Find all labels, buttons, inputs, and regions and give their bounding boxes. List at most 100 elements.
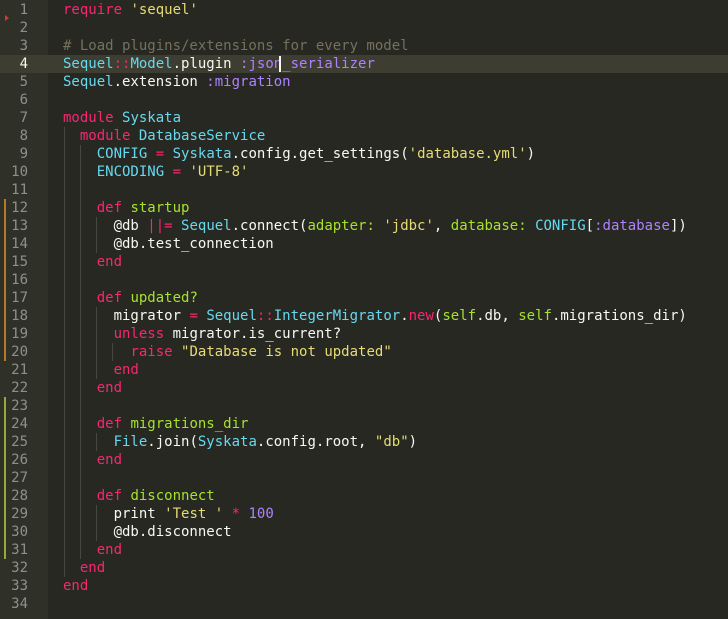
code-line[interactable]: def disconnect <box>63 487 215 505</box>
code-token: Syskata <box>122 110 182 126</box>
line-number: 26 <box>11 452 28 468</box>
line-number: 34 <box>11 596 28 612</box>
code-line[interactable]: require 'sequel' <box>63 1 198 19</box>
code-token: migrations_dir <box>130 416 249 432</box>
line-number: 5 <box>19 74 28 90</box>
code-line[interactable]: end <box>63 559 105 577</box>
code-token: startup <box>130 200 190 216</box>
line-number: 32 <box>11 560 28 576</box>
code-token: end <box>113 362 139 378</box>
code-token: 'database.yml' <box>408 146 527 162</box>
code-line[interactable]: ENCODING = 'UTF-8' <box>63 163 249 181</box>
code-token: .migrations_dir) <box>551 308 687 324</box>
line-number: 1 <box>19 2 28 18</box>
code-token: ) <box>408 434 418 450</box>
code-line[interactable]: end <box>63 451 122 469</box>
code-line[interactable]: end <box>63 361 139 379</box>
line-number: 4 <box>19 56 28 72</box>
code-token: .config.root, <box>256 434 375 450</box>
code-token: :database <box>594 218 670 234</box>
code-token: CONFIG <box>535 218 586 234</box>
code-line[interactable]: def startup <box>63 199 190 217</box>
code-token: :: <box>256 308 274 324</box>
code-line[interactable]: def migrations_dir <box>63 415 249 433</box>
code-token: migrator <box>63 308 190 324</box>
code-line[interactable]: unless migrator.is_current? <box>63 325 342 343</box>
line-number: 14 <box>11 236 28 252</box>
line-number: 21 <box>11 362 28 378</box>
code-token: adapter: <box>307 218 375 234</box>
code-token: def <box>96 416 123 432</box>
code-line[interactable]: CONFIG = Syskata.config.get_settings('da… <box>63 145 535 163</box>
code-token: 100 <box>248 506 274 522</box>
code-token: Sequel <box>63 74 114 90</box>
code-token: Model <box>130 56 173 72</box>
code-line[interactable]: end <box>63 577 88 595</box>
code-token: IntegerMigrator <box>273 308 401 324</box>
code-token: Sequel <box>181 218 232 234</box>
code-line[interactable]: end <box>63 541 122 559</box>
line-number: 33 <box>11 578 28 594</box>
code-line[interactable]: module DatabaseService <box>63 127 265 145</box>
code-token: def <box>96 290 123 306</box>
code-area[interactable]: require 'sequel' # Load plugins/extension… <box>48 0 728 619</box>
code-token: end <box>96 254 123 270</box>
line-number-gutter[interactable]: 1 2 3 4 5 6 7 8 9 10 11 12 13 14 15 16 17 18 19 20 21 22 23 24 2… <box>0 0 48 619</box>
code-token: = <box>189 308 198 324</box>
code-line[interactable]: end <box>63 379 122 397</box>
line-number: 9 <box>19 146 28 162</box>
line-number: 3 <box>19 38 28 54</box>
line-number: 31 <box>11 542 28 558</box>
line-number: 27 <box>11 470 28 486</box>
code-token: # Load plugins/extensions for every mode… <box>63 38 409 54</box>
code-line[interactable]: raise "Database is not updated" <box>63 343 392 361</box>
code-token: Sequel <box>206 308 257 324</box>
code-token: @db.disconnect <box>63 524 232 540</box>
line-number: 19 <box>11 326 28 342</box>
code-line[interactable]: # Load plugins/extensions for every mode… <box>63 37 409 55</box>
code-line[interactable]: module Syskata <box>63 109 181 127</box>
line-number: 6 <box>19 92 28 108</box>
code-line[interactable]: Sequel.extension :migration <box>63 73 291 91</box>
code-token: ]) <box>669 218 687 234</box>
code-token: 'sequel' <box>130 2 198 18</box>
line-number: 23 <box>11 398 28 414</box>
code-line[interactable]: @db.test_connection <box>63 235 274 253</box>
code-line[interactable]: Sequel::Model.plugin :json_serializer <box>63 55 375 73</box>
code-token: 'Test ' <box>164 506 224 522</box>
code-line[interactable]: end <box>63 253 122 271</box>
line-number: 7 <box>19 110 28 126</box>
code-line[interactable]: File.join(Syskata.config.root, "db") <box>63 433 417 451</box>
code-line[interactable]: def updated? <box>63 289 198 307</box>
code-line[interactable]: @db ||= Sequel.connect(adapter: 'jdbc', … <box>63 217 687 235</box>
code-token: updated? <box>130 290 198 306</box>
code-token: Syskata <box>197 434 257 450</box>
code-token: .extension <box>113 74 207 90</box>
code-token: end <box>96 542 123 558</box>
code-token: * <box>231 506 241 522</box>
code-token: "Database is not updated" <box>181 344 392 360</box>
code-token: @db.test_connection <box>63 236 274 252</box>
code-token: migrator.is_current? <box>164 326 342 342</box>
code-token: .plugin <box>172 56 241 72</box>
code-line[interactable]: print 'Test ' * 100 <box>63 505 274 523</box>
line-number: 13 <box>11 218 28 234</box>
code-editor[interactable]: 1 2 3 4 5 6 7 8 9 10 11 12 13 14 15 16 17 18 19 20 21 22 23 24 2… <box>0 0 728 619</box>
code-line[interactable]: @db.disconnect <box>63 523 232 541</box>
code-line[interactable]: migrator = Sequel::IntegerMigrator.new(s… <box>63 307 687 325</box>
code-token: ) <box>526 146 536 162</box>
code-token: def <box>96 200 123 216</box>
